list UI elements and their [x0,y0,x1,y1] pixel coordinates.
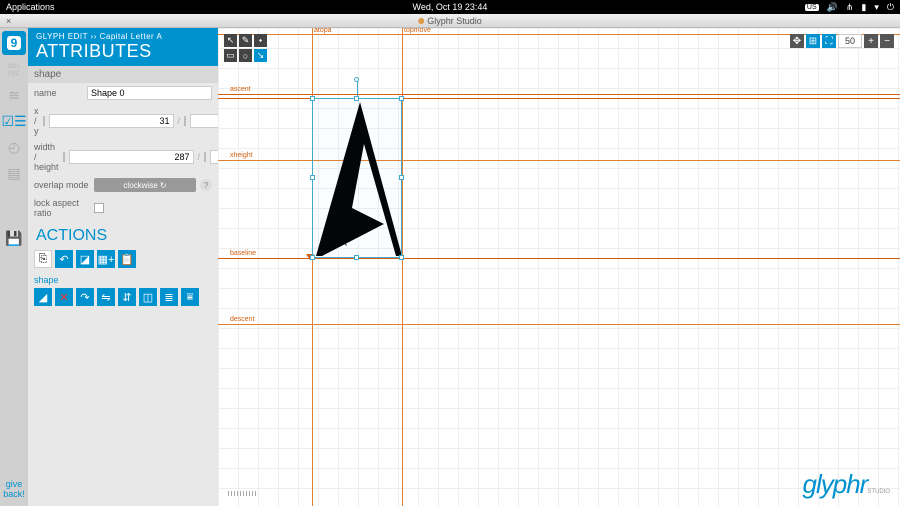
lock-aspect-label: lock aspect ratio [34,198,90,218]
fliph-action[interactable]: ⇋ [97,288,115,306]
descent-guide [218,324,900,325]
delete-shape-action[interactable]: ✕ [55,288,73,306]
undo-action[interactable]: ↶ [55,250,73,268]
zoom-out[interactable]: − [880,34,894,48]
clock[interactable]: Wed, Oct 19 23:44 [413,2,488,12]
copy-action[interactable]: ⎘ [34,250,52,268]
handle-nw[interactable] [310,96,315,101]
rotate-action[interactable]: ↷ [76,288,94,306]
paste-shape-action[interactable]: ◪ [76,250,94,268]
nav-layers[interactable]: ≋ [2,83,26,107]
xy-label: x / y [34,106,39,136]
x-lock[interactable] [43,116,45,126]
view-grid[interactable]: ⊞ [806,34,820,48]
name-input[interactable] [87,86,212,100]
panel-title: ATTRIBUTES [36,41,210,62]
power-icon[interactable]: ⏻ [887,2,894,13]
handle-n[interactable] [354,96,359,101]
apps-menu[interactable]: Applications [6,2,55,12]
baseline-label: baseline [230,250,256,257]
shape-action-1[interactable]: ◢ [34,288,52,306]
x-input[interactable] [49,114,174,128]
atop-label: atopa [314,28,332,34]
wh-label: width / height [34,142,59,172]
ruler-ticks [228,491,256,496]
add-shape-action[interactable]: ▦+ [97,250,115,268]
tool-rect[interactable]: ▭ [224,49,237,62]
layer-up-action[interactable]: ≣ [160,288,178,306]
overlap-help-icon[interactable]: ? [200,179,212,191]
ascent-guide [218,94,900,95]
panel-header: GLYPH EDIT ›› Capital Letter A ATTRIBUTE… [28,28,218,66]
tool-path[interactable]: ↘ [254,49,267,62]
rotate-handle[interactable] [354,77,359,82]
actions-header: ACTIONS [28,221,218,247]
rotate-stem [357,81,358,96]
shape-section-header: shape [28,66,218,83]
shape-actions-label: shape [28,271,218,285]
lock-aspect-checkbox[interactable] [94,203,104,213]
mirror-action[interactable]: ◫ [139,288,157,306]
descent-label: descent [230,316,255,323]
handle-ne[interactable] [399,96,404,101]
tool-oval[interactable]: ○ [239,49,252,62]
os-topbar: Applications Wed, Oct 19 23:44 US 🔊 ⋔ ▮ … [0,0,900,14]
nav-glyph-edit[interactable]: 9 [2,31,26,55]
keyboard-indicator[interactable]: US [805,4,819,11]
svg-text:9: 9 [11,36,18,50]
cursor-icon: ↖ [340,238,348,249]
zoom-level[interactable]: 50 [838,34,862,48]
close-button[interactable]: × [6,16,11,26]
nav-characters[interactable]: abcxyz [2,57,26,81]
nav-guides[interactable]: ▤ [2,161,26,185]
window-title: Glyphr Studio [418,16,482,26]
volume-icon[interactable]: 🔊 [827,2,838,13]
handle-sw[interactable] [310,255,315,260]
xheight-label: xheight [230,152,253,159]
y-lock[interactable] [184,116,186,126]
handle-s[interactable] [354,255,359,260]
flipv-action[interactable]: ⇵ [118,288,136,306]
layer-down-action[interactable]: ⩸ [181,288,199,306]
tool-point[interactable]: ⬩ [254,34,267,47]
breadcrumb[interactable]: GLYPH EDIT ›› Capital Letter A [36,32,210,41]
notif-icon[interactable]: ▾ [874,2,879,13]
give-back-link[interactable]: give back! [3,480,25,506]
nav-history[interactable]: ◴ [2,135,26,159]
attributes-panel: GLYPH EDIT ›› Capital Letter A ATTRIBUTE… [28,28,218,506]
handle-e[interactable] [399,175,404,180]
overlap-mode-button[interactable]: clockwise ↻ [94,178,196,192]
wifi-icon[interactable]: ⋔ [846,2,854,13]
topmove-label: topmove [404,28,431,34]
tool-arrow[interactable]: ↖ [224,34,237,47]
h-lock[interactable] [204,152,206,162]
window-titlebar: × Glyphr Studio [0,14,900,28]
w-lock[interactable] [63,152,65,162]
zoom-in[interactable]: + [864,34,878,48]
tool-pen[interactable]: ✎ [239,34,252,47]
battery-icon[interactable]: ▮ [861,2,866,13]
toolbox: ↖ ✎ ⬩ ▭ ○ ↘ [224,34,267,62]
nav-checklist[interactable]: ☑☰ [2,109,26,133]
selection-box[interactable] [312,98,402,258]
clipboard-action[interactable]: 📋 [118,250,136,268]
overlap-label: overlap mode [34,180,90,190]
view-controls: ✥ ⊞ ⛶ 50 + − [790,34,894,48]
ascent-label: ascent [230,86,251,93]
glyphr-logo: glyphrSTUDIO [803,469,891,500]
w-input[interactable] [69,150,194,164]
canvas[interactable]: atopa topmove ascent xheight baseline de… [218,28,900,506]
name-label: name [34,88,83,98]
nav-save[interactable]: 💾 [2,226,26,250]
handle-w[interactable] [310,175,315,180]
view-fit[interactable]: ⛶ [822,34,836,48]
nav-rail: 9 abcxyz ≋ ☑☰ ◴ ▤ 💾 give back! [0,28,28,506]
pan-tool[interactable]: ✥ [790,34,804,48]
handle-se[interactable] [399,255,404,260]
